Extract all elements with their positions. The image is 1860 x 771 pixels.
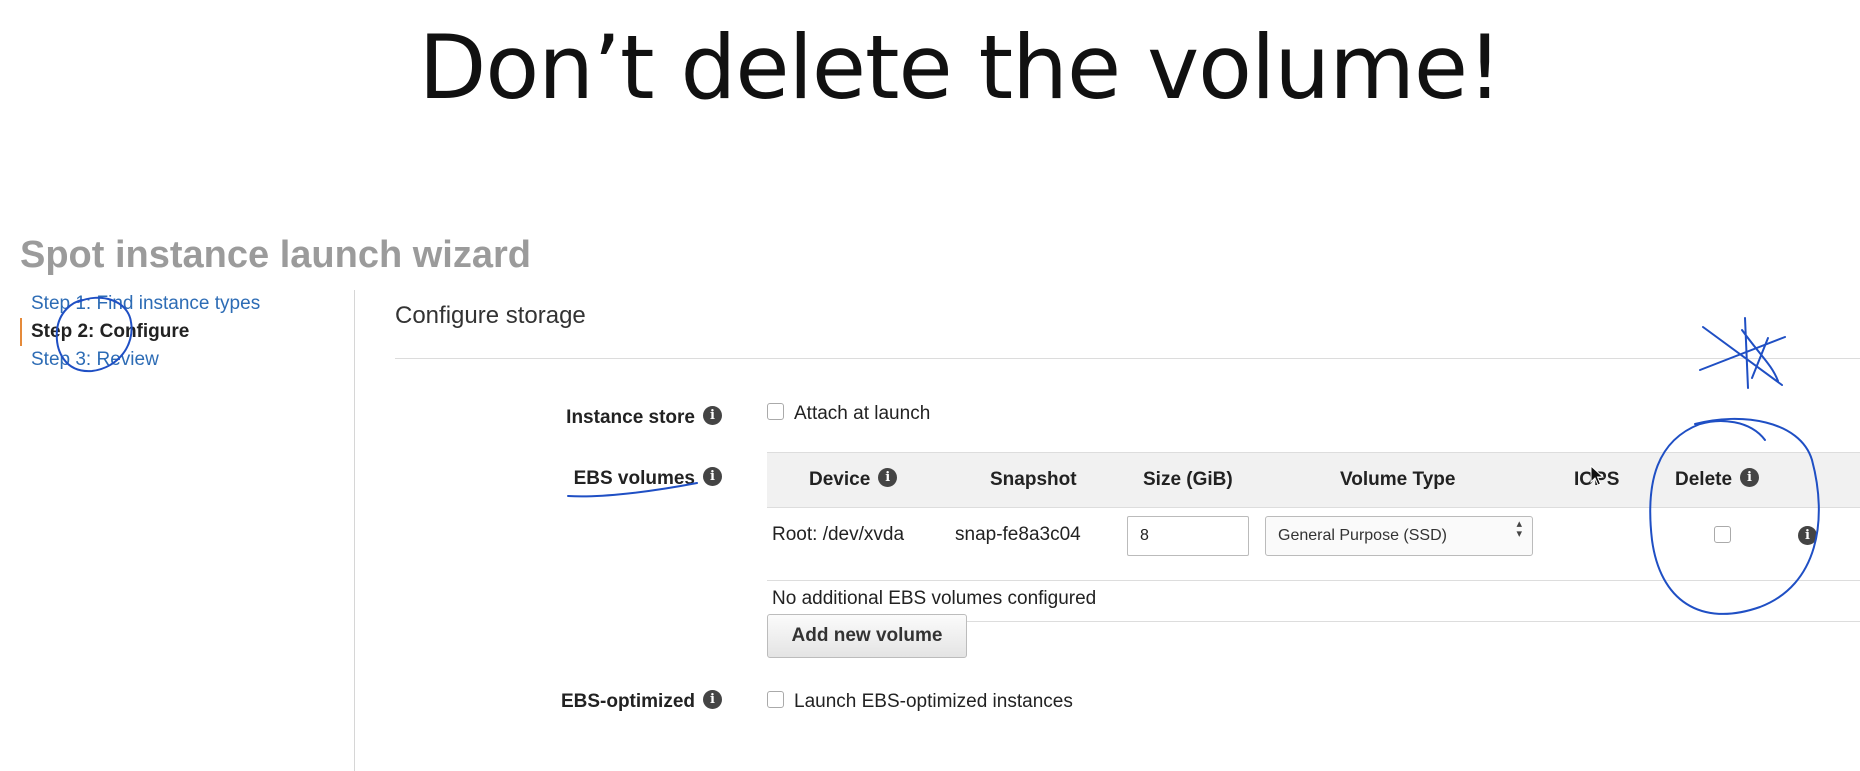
device-cell: Root: /dev/xvda: [772, 524, 905, 545]
column-header-volume-type: Volume Type: [1340, 469, 1456, 490]
column-header-delete: Delete i: [1675, 453, 1760, 507]
ebs-optimized-label: EBS-optimized i: [392, 688, 722, 716]
column-header-device: Device i: [809, 453, 898, 507]
step-find-instance-types[interactable]: Step 1: Find instance types: [20, 290, 350, 318]
info-icon[interactable]: i: [703, 467, 722, 487]
column-header-snapshot: Snapshot: [990, 469, 1077, 490]
sidebar-divider: [354, 290, 355, 771]
column-header-size: Size (GiB): [1143, 469, 1233, 490]
mouse-cursor-icon: [1590, 465, 1605, 486]
snapshot-cell: snap-fe8a3c04: [955, 524, 1081, 545]
attach-at-launch-checkbox[interactable]: [767, 403, 784, 421]
add-new-volume-button[interactable]: Add new volume: [767, 614, 967, 658]
section-title: Configure storage: [395, 302, 586, 329]
select-arrows-icon: ▴ ▾: [1516, 518, 1522, 540]
slide-title: Don’t delete the volume!: [418, 16, 1503, 119]
wizard-title: Spot instance launch wizard: [20, 234, 531, 276]
no-volumes-message: No additional EBS volumes configured: [772, 588, 1097, 609]
table-row: Root: /dev/xvda snap-fe8a3c04 8 General …: [767, 508, 1860, 581]
wizard-steps: Step 1: Find instance types Step 2: Conf…: [20, 290, 350, 374]
delete-on-termination-checkbox[interactable]: [1714, 526, 1731, 543]
ebs-optimized-checkbox[interactable]: [767, 691, 784, 709]
size-input[interactable]: 8: [1127, 516, 1249, 556]
volume-type-select[interactable]: General Purpose (SSD) ▴ ▾: [1265, 516, 1533, 556]
section-divider: [395, 358, 1860, 359]
step-configure: Step 2: Configure: [20, 318, 350, 346]
table-header: Device i Snapshot Size (GiB) Volume Type …: [767, 452, 1860, 508]
ebs-optimized-option[interactable]: Launch EBS-optimized instances: [767, 688, 1073, 716]
attach-at-launch-option[interactable]: Attach at launch: [767, 400, 930, 428]
info-icon[interactable]: i: [703, 406, 722, 426]
info-icon[interactable]: i: [703, 690, 722, 710]
info-icon[interactable]: i: [1798, 526, 1817, 545]
info-icon[interactable]: i: [1740, 468, 1760, 488]
step-review[interactable]: Step 3: Review: [20, 346, 350, 374]
scribble-annotation-delete: [1699, 317, 1786, 389]
instance-store-label: Instance store i: [392, 404, 722, 432]
ebs-volumes-label: EBS volumes i: [392, 465, 722, 493]
info-icon[interactable]: i: [878, 468, 898, 488]
ebs-volumes-table: Device i Snapshot Size (GiB) Volume Type …: [767, 452, 1860, 622]
